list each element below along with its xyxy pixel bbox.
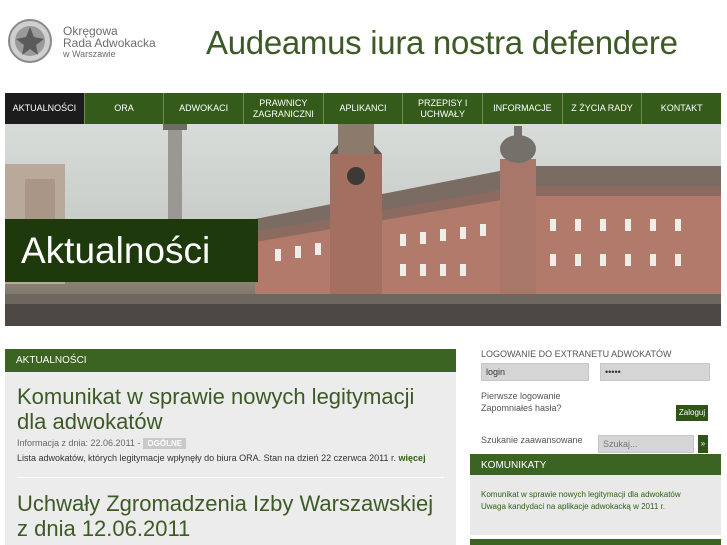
announcement-link[interactable]: Uwaga kandydaci na aplikacje adwokacką w… [481, 501, 721, 513]
login-button[interactable]: Zaloguj [676, 405, 708, 421]
org-line-3: w Warszawie [63, 49, 116, 59]
nav-item-contact[interactable]: KONTAKT [642, 93, 722, 124]
sidebar: LOGOWANIE DO EXTRANETU ADWOKATÓW Pierwsz… [470, 349, 721, 545]
article-date: Informacja z dnia: 22.06.2011 [17, 438, 135, 448]
article-meta: Informacja z dnia: 22.06.2011 - OGÓLNE [17, 438, 444, 449]
motto: Audeamus iura nostra defendere [206, 24, 678, 61]
news-section: AKTUALNOŚCI Komunikat w sprawie nowych l… [5, 349, 456, 545]
forgot-password-link[interactable]: Zapomniałeś hasła? [481, 403, 562, 413]
nav-item-information[interactable]: INFORMACJE [483, 93, 563, 124]
search-input[interactable] [598, 435, 694, 453]
banner-title: Aktualności [5, 219, 258, 282]
header: Okręgowa Rada Adwokacka w Warszawie Aude… [0, 0, 727, 86]
article-excerpt-text: Lista adwokatów, których legitymacje wpł… [17, 453, 397, 463]
category-badge[interactable]: OGÓLNE [143, 438, 187, 449]
hero-banner: Aktualności [5, 124, 721, 326]
organization-name[interactable]: Okręgowa Rada Adwokacka w Warszawie [63, 25, 156, 59]
nav-item-ora[interactable]: ORA [84, 93, 165, 124]
nav-item-foreign-lawyers[interactable]: PRAWNICY ZAGRANICZNI [244, 93, 324, 124]
org-line-2: Rada Adwokacka [63, 36, 156, 50]
section-heading: AKTUALNOŚCI [5, 349, 456, 372]
advanced-search-link[interactable]: Szukanie zaawansowane [481, 435, 583, 445]
login-field[interactable] [481, 363, 589, 381]
divider [17, 477, 444, 478]
first-login-link[interactable]: Pierwsze logowanie [481, 391, 561, 401]
announcements-list: Komunikat w sprawie nowych legitymacji d… [470, 475, 721, 535]
password-field[interactable] [600, 363, 710, 381]
box-footer-bar [470, 539, 721, 545]
article-excerpt: Lista adwokatów, których legitymacje wpł… [17, 453, 444, 463]
login-heading: LOGOWANIE DO EXTRANETU ADWOKATÓW [481, 349, 672, 359]
announcements-heading: KOMUNIKATY [470, 454, 721, 475]
article-title[interactable]: Komunikat w sprawie nowych legitymacji d… [17, 384, 444, 434]
read-more-link[interactable]: więcej [399, 453, 426, 463]
article-title-2[interactable]: Uchwały Zgromadzenia Izby Warszawskiej z… [17, 491, 444, 541]
nav-item-news[interactable]: AKTUALNOŚCI [5, 93, 85, 124]
nav-item-regulations[interactable]: PRZEPISY I UCHWAŁY [403, 93, 484, 124]
search-button[interactable]: » [698, 435, 708, 453]
main-navigation: AKTUALNOŚCI ORA ADWOKACI PRAWNICY ZAGRAN… [5, 93, 722, 124]
announcement-link[interactable]: Komunikat w sprawie nowych legitymacji d… [481, 489, 721, 501]
news-article: Komunikat w sprawie nowych legitymacji d… [5, 384, 456, 541]
nav-item-council-life[interactable]: Z ŻYCIA RADY [562, 93, 643, 124]
bar-association-logo[interactable] [7, 15, 53, 67]
nav-item-trainees[interactable]: APLIKANCI [323, 93, 404, 124]
nav-item-lawyers[interactable]: ADWOKACI [164, 93, 245, 124]
